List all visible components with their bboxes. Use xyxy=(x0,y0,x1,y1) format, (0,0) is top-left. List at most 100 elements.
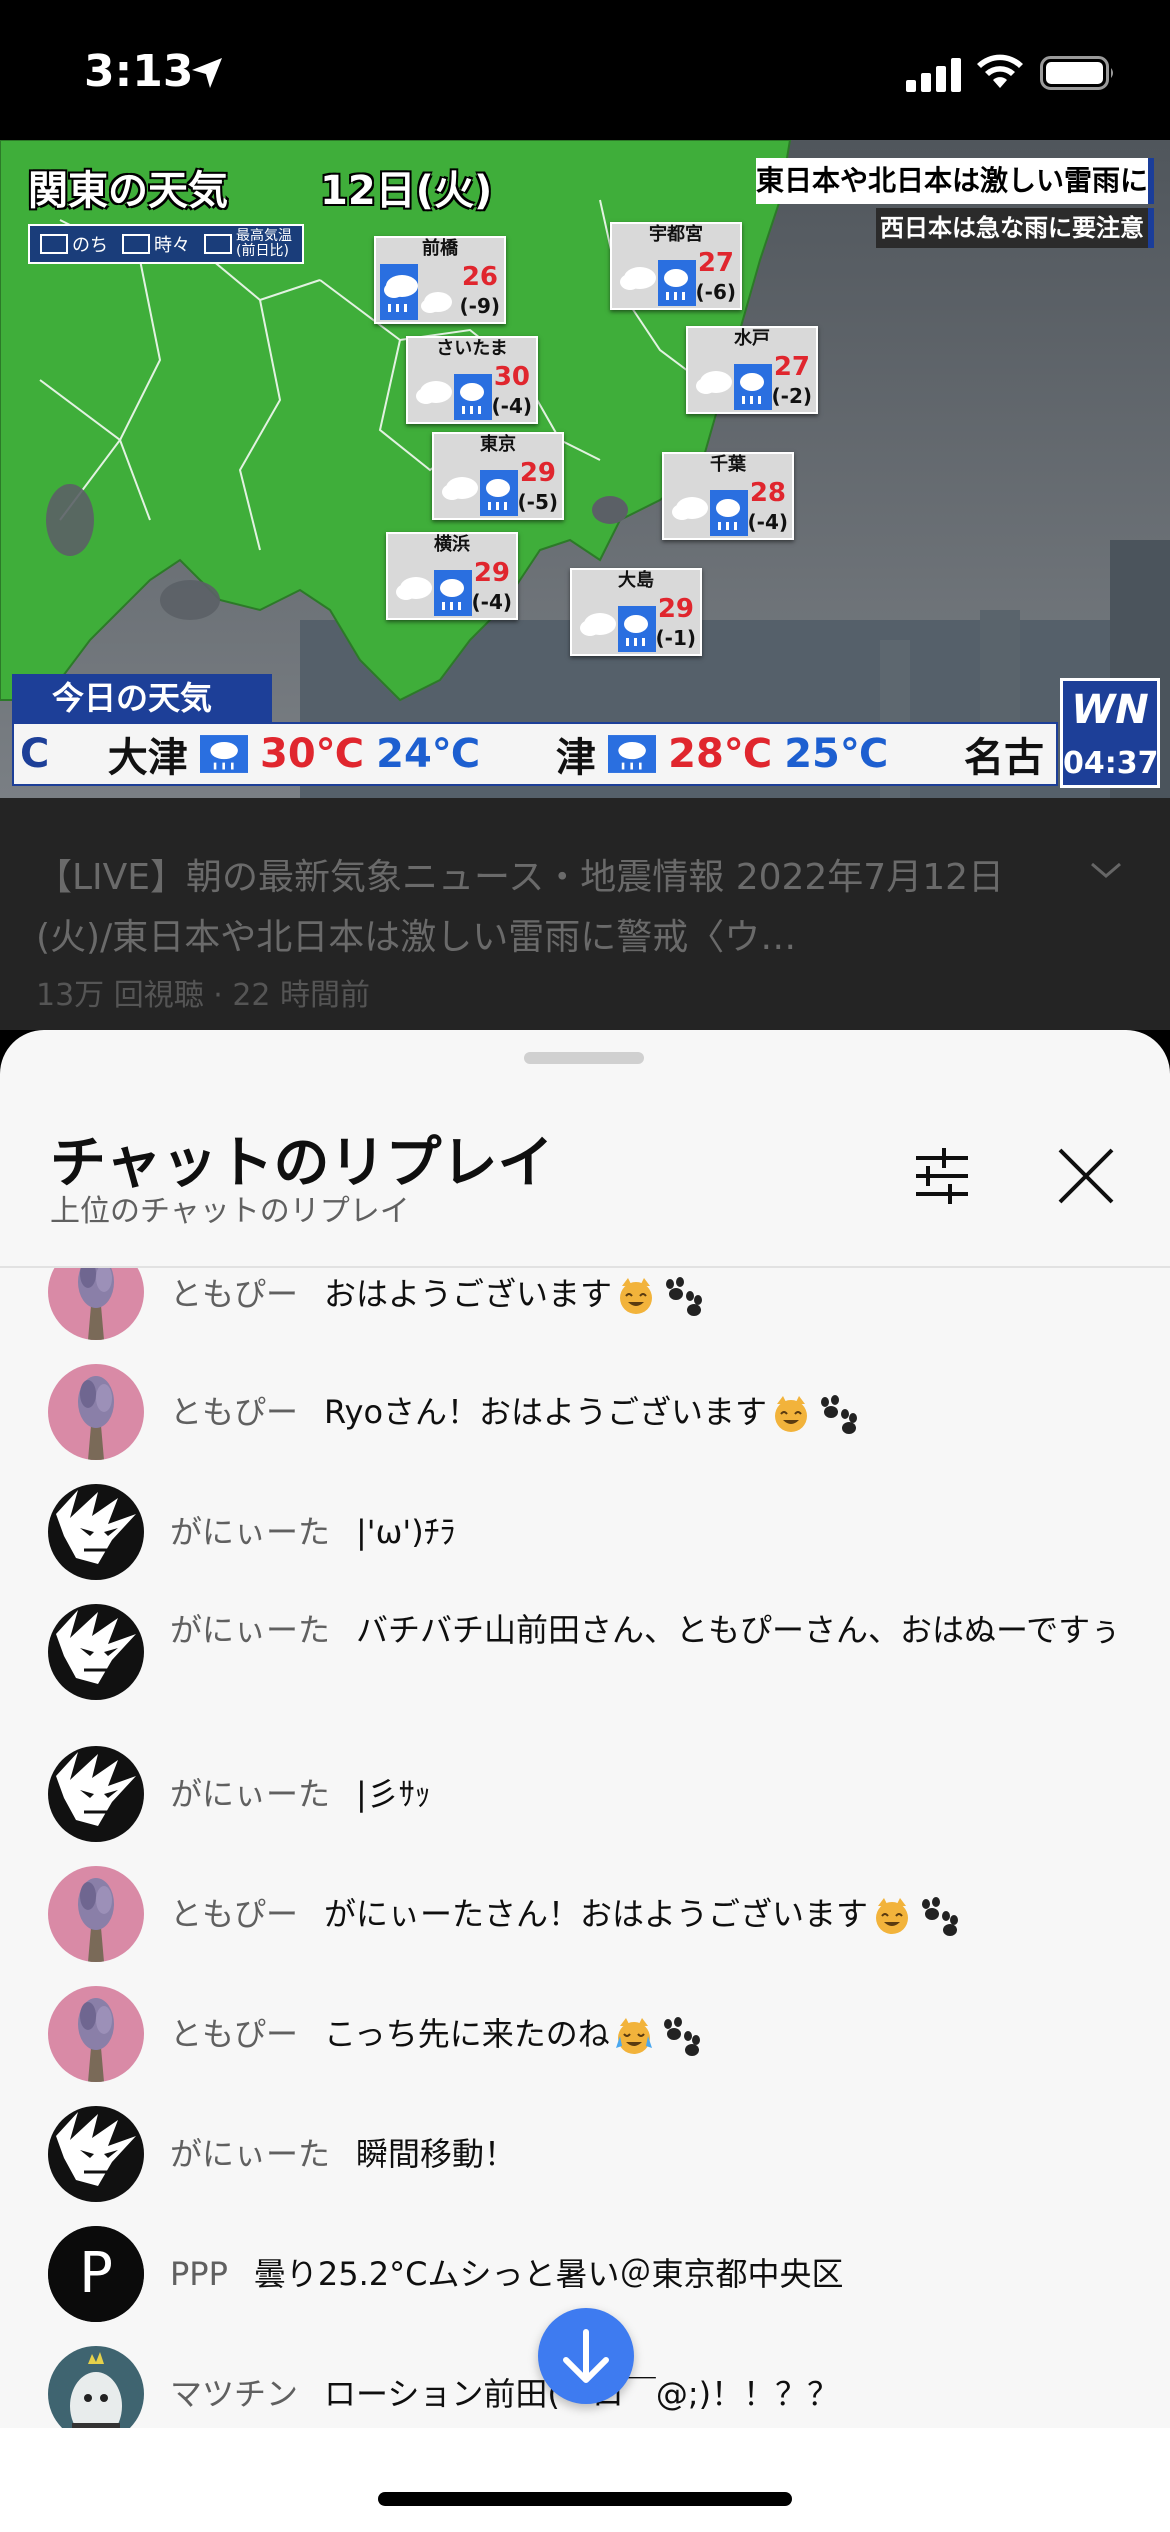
city-name: 千葉 xyxy=(710,454,746,475)
close-icon[interactable] xyxy=(1050,1140,1122,1212)
city-temp: 30 xyxy=(493,362,530,392)
cloud-rain-icon xyxy=(442,470,518,516)
cellular-signal-icon xyxy=(906,58,961,92)
city-temp: 26 xyxy=(461,262,498,292)
filter-settings-icon[interactable] xyxy=(906,1140,978,1212)
message-author[interactable]: マツチン xyxy=(170,2375,298,2413)
ticker-low-tsu: 25℃ xyxy=(784,731,889,777)
avatar[interactable] xyxy=(48,1866,144,1962)
lavender-avatar-image xyxy=(48,1268,144,1340)
city-diff: (-2) xyxy=(771,384,813,408)
legend-occasional: 時々 xyxy=(122,231,190,257)
message-author[interactable]: ともぴー xyxy=(170,1895,298,1933)
weather-ticker: C 大津 30℃ 24℃ 津 28℃ 25℃ 名古 xyxy=(12,722,1058,786)
city-temp: 28 xyxy=(749,478,786,508)
sheet-subtitle[interactable]: 上位のチャットのリプレイ xyxy=(50,1186,410,1230)
message-text: ともぴー Ryoさん！おはようございます xyxy=(170,1386,1130,1438)
message-body: おはようございます xyxy=(324,1275,613,1313)
weather-alert-sub: 西日本は急な雨に要注意 xyxy=(876,208,1154,248)
city-name: 大島 xyxy=(618,570,654,591)
message-author[interactable]: がにぃーた xyxy=(170,1611,330,1649)
city-card-chiba: 千葉 28 (-4) xyxy=(662,452,794,540)
scroll-to-latest-button[interactable] xyxy=(538,2308,634,2404)
ticker-city-otsu: 大津 xyxy=(107,735,188,781)
weather-date: 12日(火) xyxy=(320,168,493,214)
cat-smile-emoji xyxy=(775,1396,808,1432)
dark-character-avatar-image xyxy=(48,1604,144,1700)
weathernews-logo: WN 04:37 xyxy=(1060,678,1160,788)
status-time: 3:13 xyxy=(84,46,194,97)
dark-character-avatar-image xyxy=(48,1746,144,1842)
legend-max-temp-label: 最高気温 (前日比) xyxy=(236,229,292,259)
legend-occasional-label: 時々 xyxy=(154,235,190,256)
message-text: ともぴー こっち先に来たのね xyxy=(170,2008,1130,2060)
avatar[interactable] xyxy=(48,1604,144,1700)
lavender-avatar-image xyxy=(48,1866,144,1962)
chat-replay-sheet: チャットのリプレイ 上位のチャットのリプレイ ともぴー おはようございます ともぴ… xyxy=(0,1030,1170,2532)
legend-then-label: のち xyxy=(72,235,108,256)
avatar[interactable] xyxy=(48,2106,144,2202)
city-card-mito: 水戸 27 (-2) xyxy=(686,326,818,414)
city-diff: (-4) xyxy=(471,590,513,614)
message-author[interactable]: ともぴー xyxy=(170,2015,298,2053)
message-author[interactable]: ともぴー xyxy=(170,1275,298,1313)
legend-max-temp: 最高気温 (前日比) xyxy=(204,229,292,259)
lavender-avatar-image xyxy=(48,1364,144,1460)
city-name: 東京 xyxy=(480,434,516,455)
city-name: 宇都宮 xyxy=(649,224,703,245)
message-text: がにぃーた |'ω')ﾁﾗ xyxy=(170,1506,1130,1558)
message-author[interactable]: ともぴー xyxy=(170,1393,298,1431)
cat-smile-emoji xyxy=(876,1898,909,1934)
home-area xyxy=(0,2428,1170,2532)
chevron-down-icon[interactable] xyxy=(1088,858,1124,882)
message-body: がにぃーたさん！おはようございます xyxy=(324,1895,869,1933)
broadcast-clock: 04:37 xyxy=(1063,746,1159,781)
cloud-rain-icon xyxy=(620,260,696,306)
weather-legend: のち 時々 最高気温 (前日比) xyxy=(28,224,304,264)
city-name: 横浜 xyxy=(434,534,470,555)
message-author[interactable]: がにぃーた xyxy=(170,1513,330,1551)
city-temp: 29 xyxy=(473,558,510,588)
city-card-utsunomiya: 宇都宮 27 (-6) xyxy=(610,222,742,310)
avatar[interactable]: P xyxy=(48,2226,144,2322)
message-text: がにぃーた |彡ｻｯ xyxy=(170,1768,1130,1820)
chat-list[interactable]: ともぴー おはようございます ともぴー Ryoさん！おはようございます がにぃーた |… xyxy=(0,1268,1170,2458)
city-diff: (-4) xyxy=(491,394,533,418)
ticker-city-nagoya: 名古 xyxy=(963,735,1044,781)
message-author[interactable]: がにぃーた xyxy=(170,2135,330,2173)
dark-character-avatar-image xyxy=(48,2106,144,2202)
avatar[interactable] xyxy=(48,1746,144,1842)
ticker-low-otsu: 24℃ xyxy=(376,731,481,777)
video-player[interactable]: 関東の天気 12日(火) のち 時々 最高気温 (前日比) 東日本や北日本は激しい… xyxy=(0,140,1170,798)
avatar-letter: P xyxy=(79,2241,113,2306)
cloud-rain-icon xyxy=(607,735,657,773)
video-title[interactable]: 【LIVE】朝の最新気象ニュース・地震情報 2022年7月12日(火)/東日本や… xyxy=(36,848,1056,968)
video-meta: 13万 回視聴 · 22 時間前 xyxy=(36,978,371,1013)
avatar[interactable] xyxy=(48,1986,144,2082)
city-name: 前橋 xyxy=(422,238,458,259)
home-indicator[interactable] xyxy=(378,2492,792,2506)
message-author[interactable]: がにぃーた xyxy=(170,1775,330,1813)
avatar[interactable] xyxy=(48,1268,144,1340)
message-body: Ryoさん！おはようございます xyxy=(324,1393,768,1431)
city-diff: (-5) xyxy=(517,490,559,514)
city-card-yokohama: 横浜 29 (-4) xyxy=(386,532,518,620)
message-body: こっち先に来たのね xyxy=(324,2015,610,2053)
sheet-grabber[interactable] xyxy=(524,1052,644,1064)
city-temp: 27 xyxy=(697,248,734,278)
city-card-saitama: さいたま 30 (-4) xyxy=(406,336,538,424)
paw-emoji xyxy=(821,1395,858,1434)
message-text: PPP 曇り25.2°Cムシっと暑い＠東京都中央区 xyxy=(170,2248,1130,2300)
city-name: 水戸 xyxy=(734,328,770,349)
avatar[interactable] xyxy=(48,1364,144,1460)
video-info: 【LIVE】朝の最新気象ニュース・地震情報 2022年7月12日(火)/東日本や… xyxy=(0,798,1170,1030)
message-author[interactable]: PPP xyxy=(170,2255,228,2293)
message-body: バチバチ山前田さん、ともぴーさん、おはぬーですぅ xyxy=(356,1611,1122,1649)
city-diff: (-1) xyxy=(655,626,697,650)
city-name: さいたま xyxy=(436,338,508,359)
avatar[interactable] xyxy=(48,1484,144,1580)
paw-emoji xyxy=(663,2017,700,2056)
city-diff: (-4) xyxy=(747,510,789,534)
paw-emoji xyxy=(666,1277,703,1316)
lavender-avatar-image xyxy=(48,1986,144,2082)
